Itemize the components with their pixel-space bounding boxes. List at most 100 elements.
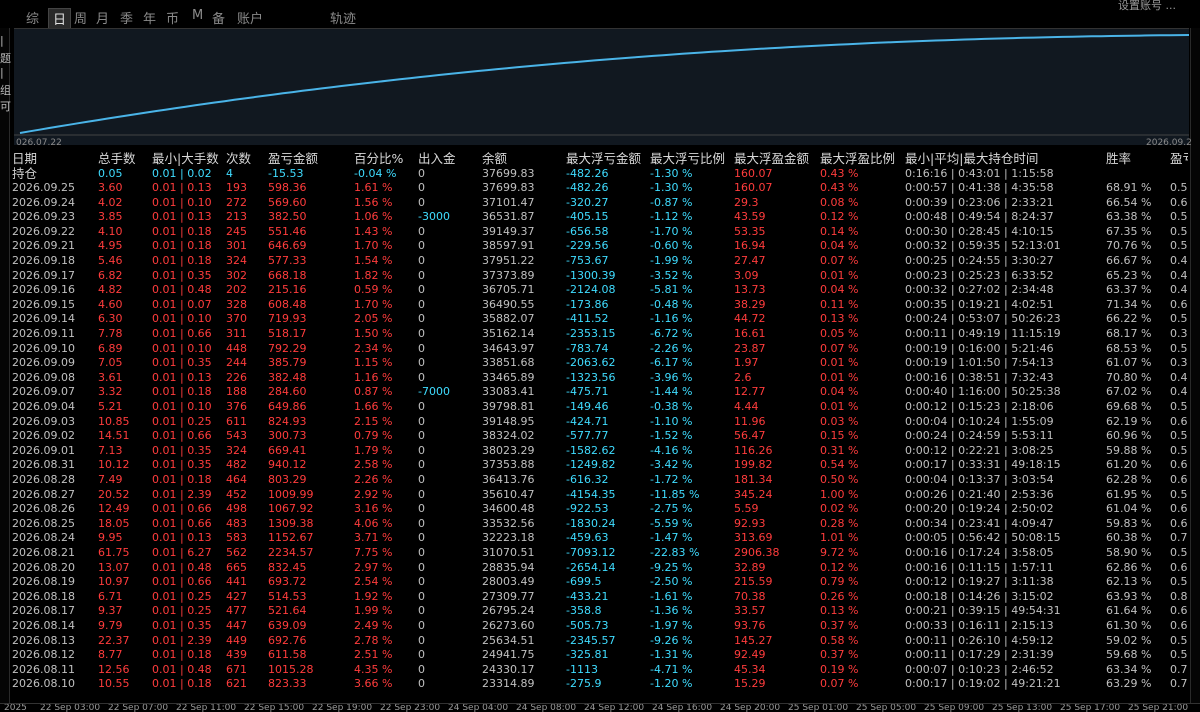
table-row[interactable]: 2026.08.31 10.12 0.01 | 0.35 482 940.12 2.58 …	[12, 458, 1188, 472]
table-row[interactable]: 2026.08.20 13.07 0.01 | 0.48 665 832.45 2.97 …	[12, 561, 1188, 575]
table-row[interactable]: 2026.09.15 4.60 0.01 | 0.07 328 608.48 1.70 %…	[12, 298, 1188, 312]
cell-balance: 39149.37	[482, 224, 535, 238]
cell-date: 2026.08.13	[12, 633, 75, 647]
cell-hold-time: 0:00:07 | 0:10:23 | 2:46:52	[905, 662, 1054, 676]
tab-1[interactable]: 日	[48, 8, 72, 29]
column-header[interactable]: 百分比%	[354, 151, 403, 167]
cell-max-float-loss-pct: -2.75 %	[650, 502, 693, 516]
cell-max-float-loss-pct: -1.12 %	[650, 210, 693, 224]
table-row[interactable]: 2026.09.04 5.21 0.01 | 0.10 376 649.86 1.66 %…	[12, 400, 1188, 414]
column-header[interactable]: 余额	[482, 151, 507, 167]
cell-lots: 5.21	[98, 400, 123, 413]
cell-max-float-loss: -699.5	[566, 575, 602, 589]
table-row[interactable]: 2026.08.11 12.56 0.01 | 0.48 671 1015.28 4.35…	[12, 663, 1188, 677]
tab-4[interactable]: 季	[120, 8, 133, 27]
cell-win-rate: 66.22 %	[1106, 312, 1152, 326]
table-row[interactable]: 2026.09.16 4.82 0.01 | 0.48 202 215.16 0.59 %…	[12, 283, 1188, 297]
cell-io: 0	[418, 443, 425, 457]
table-row[interactable]: 2026.08.25 18.05 0.01 | 0.66 483 1309.38 4.06…	[12, 517, 1188, 531]
tab-0[interactable]: 综	[26, 8, 39, 27]
column-header[interactable]: 出入金	[418, 151, 456, 167]
table-row[interactable]: 2026.09.14 6.30 0.01 | 0.10 370 719.93 2.05 %…	[12, 312, 1188, 326]
cell-max-float-loss: -922.53	[566, 502, 609, 516]
table-row[interactable]: 2026.09.09 7.05 0.01 | 0.35 244 385.79 1.15 %…	[12, 356, 1188, 370]
tab-3[interactable]: 月	[96, 8, 109, 27]
cell-max-float-profit: 2906.38	[734, 546, 780, 559]
tab-2[interactable]: 周	[74, 8, 87, 27]
table-row[interactable]: 2026.09.03 10.85 0.01 | 0.25 611 824.93 2.15 …	[12, 415, 1188, 429]
table-row[interactable]: 2026.09.10 6.89 0.01 | 0.10 448 792.29 2.34 %…	[12, 342, 1188, 356]
cell-max-float-loss: -753.67	[566, 254, 609, 267]
cell-max-float-profit: 92.49	[734, 648, 766, 662]
table-row[interactable]: 2026.08.27 20.52 0.01 | 2.39 452 1009.99 2.92…	[12, 488, 1188, 502]
cell-max-float-loss: -1300.39	[566, 268, 616, 282]
column-header[interactable]: 日期	[12, 151, 37, 167]
cell-minmax: 0.01 | 0.18	[152, 677, 212, 691]
table-row[interactable]: 2026.09.22 4.10 0.01 | 0.18 245 551.46 1.43 %…	[12, 225, 1188, 239]
table-row[interactable]: 2026.08.21 61.75 0.01 | 6.27 562 2234.57 7.75…	[12, 546, 1188, 560]
tab-6[interactable]: 币	[166, 8, 179, 27]
table-row[interactable]: 2026.09.23 3.85 0.01 | 0.13 213 382.50 1.06 %…	[12, 210, 1188, 224]
cell-profit-factor: 0.5	[1170, 487, 1188, 501]
cell-pct: 2.51 %	[354, 648, 393, 662]
table-header: 日期 总手数 最小|大手数 次数 盈亏金额 百分比% 出入金 余额 最大浮亏金额 最大浮亏比例 最大…	[12, 151, 1188, 167]
cell-minmax: 0.01 | 0.48	[152, 283, 212, 297]
table-row[interactable]: 2026.08.26 12.49 0.01 | 0.66 498 1067.92 3.16…	[12, 502, 1188, 516]
time-axis-label: 22 Sep 03:00	[40, 703, 101, 712]
table-row[interactable]: 2026.08.10 10.55 0.01 | 0.18 621 823.33 3.66 …	[12, 677, 1188, 691]
table-row[interactable]: 2026.08.17 9.37 0.01 | 0.25 477 521.64 1.99 %…	[12, 604, 1188, 618]
table-row[interactable]: 2026.09.08 3.61 0.01 | 0.13 226 382.48 1.16 %…	[12, 371, 1188, 385]
column-header[interactable]: 最大浮亏金额	[566, 151, 641, 167]
table-row[interactable]: 2026.09.18 5.46 0.01 | 0.18 324 577.33 1.54 %…	[12, 254, 1188, 268]
column-header[interactable]: 胜率	[1106, 151, 1131, 167]
cell-date: 2026.09.02	[12, 429, 75, 443]
tab-9[interactable]: 账户	[237, 8, 263, 27]
table-row[interactable]: 2026.09.25 3.60 0.01 | 0.13 193 598.36 1.61 %…	[12, 181, 1188, 195]
table-row[interactable]: 2026.08.18 6.71 0.01 | 0.25 427 514.53 1.92 %…	[12, 590, 1188, 604]
table-row[interactable]: 2026.09.21 4.95 0.01 | 0.18 301 646.69 1.70 %…	[12, 239, 1188, 253]
cell-count: 244	[226, 356, 247, 370]
column-header[interactable]: 最小|大手数	[152, 151, 219, 167]
cell-date: 2026.09.22	[12, 224, 75, 238]
cell-date: 2026.09.24	[12, 195, 75, 209]
tab-5[interactable]: 年	[143, 8, 156, 27]
table-row[interactable]: 2026.09.01 7.13 0.01 | 0.35 324 669.41 1.79 %…	[12, 444, 1188, 458]
cell-profit-factor: 0.5	[1170, 224, 1188, 238]
cell-max-float-loss-pct: -9.26 %	[650, 633, 693, 647]
table-row[interactable]: 2026.08.19 10.97 0.01 | 0.66 441 693.72 2.54 …	[12, 575, 1188, 589]
table-row[interactable]: 2026.08.24 9.95 0.01 | 0.13 583 1152.67 3.71 …	[12, 531, 1188, 545]
cell-balance: 27309.77	[482, 589, 535, 603]
table-row[interactable]: 2026.09.02 14.51 0.01 | 0.66 543 300.73 0.79 …	[12, 429, 1188, 443]
column-header[interactable]: 盈亏	[1170, 151, 1188, 167]
holding-row[interactable]: 持仓 0.05 0.01 | 0.02 4 -15.53 -0.04 % 0 37699.83…	[12, 167, 1188, 181]
table-row[interactable]: 2026.09.11 7.78 0.01 | 0.66 311 518.17 1.50 %…	[12, 327, 1188, 341]
column-header[interactable]: 次数	[226, 151, 251, 167]
cell-lots: 14.51	[98, 429, 130, 443]
table-row[interactable]: 2026.09.07 3.32 0.01 | 0.18 188 284.60 0.87 %…	[12, 385, 1188, 399]
top-right-label[interactable]: 设置账号 ...	[1118, 0, 1176, 13]
cell-count: 671	[226, 662, 247, 676]
cell-hold-time: 0:00:35 | 0:19:21 | 4:02:51	[905, 297, 1054, 311]
cell-count: 665	[226, 560, 247, 574]
cell-minmax: 0.01 | 6.27	[152, 546, 212, 559]
column-header[interactable]: 盈亏金额	[268, 151, 318, 167]
cell-date: 2026.09.25	[12, 181, 75, 194]
column-header[interactable]: 最大浮盈金额	[734, 151, 809, 167]
time-axis-label: 24 Sep 04:00	[448, 703, 509, 712]
column-header[interactable]: 最小|平均|最大持仓时间	[905, 151, 1038, 167]
cell-profit-factor: 0.4	[1170, 370, 1188, 384]
table-row[interactable]: 2026.08.13 22.37 0.01 | 2.39 449 692.76 2.78 …	[12, 634, 1188, 648]
column-header[interactable]: 总手数	[98, 151, 136, 167]
cell-balance: 38597.91	[482, 239, 535, 253]
column-header[interactable]: 最大浮盈比例	[820, 151, 895, 167]
cell-win-rate: 61.04 %	[1106, 502, 1152, 516]
table-row[interactable]: 2026.09.24 4.02 0.01 | 0.10 272 569.60 1.56 %…	[12, 196, 1188, 210]
tab-8[interactable]: 备	[212, 8, 225, 27]
tab-7[interactable]: M	[192, 8, 203, 23]
table-row[interactable]: 2026.08.14 9.79 0.01 | 0.35 447 639.09 2.49 %…	[12, 619, 1188, 633]
column-header[interactable]: 最大浮亏比例	[650, 151, 725, 167]
table-row[interactable]: 2026.09.17 6.82 0.01 | 0.35 302 668.18 1.82 %…	[12, 269, 1188, 283]
tab-10[interactable]: 轨迹	[330, 8, 356, 27]
table-row[interactable]: 2026.08.12 8.77 0.01 | 0.18 439 611.58 2.51 %…	[12, 648, 1188, 662]
table-row[interactable]: 2026.08.28 7.49 0.01 | 0.18 464 803.29 2.26 %…	[12, 473, 1188, 487]
